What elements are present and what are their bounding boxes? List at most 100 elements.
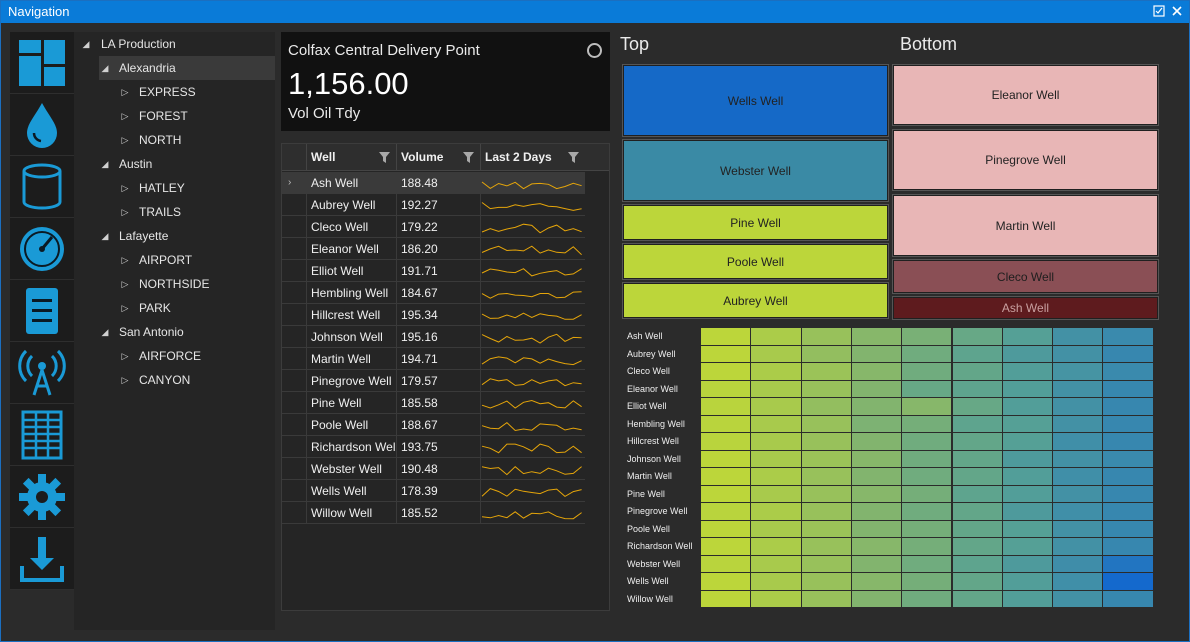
treemap-item[interactable]: Eleanor Well bbox=[892, 64, 1159, 126]
heatmap-cell[interactable] bbox=[1002, 538, 1054, 556]
heatmap-cell[interactable] bbox=[851, 345, 903, 363]
table-row[interactable]: Johnson Well 195.16 bbox=[282, 326, 585, 348]
heatmap-cell[interactable] bbox=[1002, 433, 1054, 451]
heatmap-cell[interactable] bbox=[952, 415, 1003, 433]
heatmap-cell[interactable] bbox=[1002, 503, 1054, 521]
heatmap-cell[interactable] bbox=[851, 468, 903, 486]
expanded-arrow-icon[interactable]: ◢ bbox=[99, 56, 111, 80]
heatmap-cell[interactable] bbox=[1053, 380, 1104, 398]
heatmap-cell[interactable] bbox=[952, 573, 1003, 591]
heatmap-cell[interactable] bbox=[701, 590, 752, 608]
heatmap-cell[interactable] bbox=[851, 590, 903, 608]
heatmap-cell[interactable] bbox=[801, 538, 852, 556]
tree-node[interactable]: ▷ NORTH bbox=[119, 128, 275, 152]
heatmap-cell[interactable] bbox=[1053, 328, 1104, 346]
heatmap-cell[interactable] bbox=[1053, 538, 1104, 556]
heatmap-cell[interactable] bbox=[751, 363, 802, 381]
heatmap-cell[interactable] bbox=[801, 450, 852, 468]
heatmap-cell[interactable] bbox=[952, 485, 1003, 503]
rail-signal[interactable] bbox=[10, 342, 74, 404]
heatmap-cell[interactable] bbox=[851, 450, 903, 468]
heatmap-cell[interactable] bbox=[952, 538, 1003, 556]
heatmap-cell[interactable] bbox=[952, 328, 1003, 346]
heatmap-cell[interactable] bbox=[701, 520, 752, 538]
heatmap-cell[interactable] bbox=[952, 450, 1003, 468]
heatmap-cell[interactable] bbox=[902, 520, 953, 538]
heatmap-cell[interactable] bbox=[701, 573, 752, 591]
heatmap-cell[interactable] bbox=[751, 433, 802, 451]
heatmap-cell[interactable] bbox=[952, 520, 1003, 538]
table-row[interactable]: Willow Well 185.52 bbox=[282, 502, 585, 524]
table-row[interactable]: Elliot Well 191.71 bbox=[282, 260, 585, 282]
heatmap-cell[interactable] bbox=[1103, 485, 1154, 503]
heatmap-cell[interactable] bbox=[1053, 433, 1104, 451]
tree-node[interactable]: ▷ PARK bbox=[119, 296, 275, 320]
heatmap-cell[interactable] bbox=[751, 328, 802, 346]
heatmap-cell[interactable] bbox=[1053, 590, 1104, 608]
heatmap-cell[interactable] bbox=[1002, 555, 1054, 573]
table-row[interactable]: Poole Well 188.67 bbox=[282, 414, 585, 436]
heatmap-cell[interactable] bbox=[1002, 398, 1054, 416]
heatmap-cell[interactable] bbox=[1103, 398, 1154, 416]
column-header-well[interactable]: Well bbox=[306, 144, 396, 171]
tree-node[interactable]: ◢ San Antonio bbox=[99, 320, 275, 344]
heatmap-cell[interactable] bbox=[902, 590, 953, 608]
tree-root[interactable]: ◢ LA Production bbox=[74, 32, 275, 56]
tree-node[interactable]: ▷ AIRPORT bbox=[119, 248, 275, 272]
heatmap-cell[interactable] bbox=[801, 363, 852, 381]
tree-node[interactable]: ▷ AIRFORCE bbox=[119, 344, 275, 368]
heatmap-cell[interactable] bbox=[801, 573, 852, 591]
heatmap-cell[interactable] bbox=[851, 415, 903, 433]
heatmap-cell[interactable] bbox=[851, 363, 903, 381]
heatmap-cell[interactable] bbox=[751, 468, 802, 486]
heatmap-cell[interactable] bbox=[902, 538, 953, 556]
heatmap-cell[interactable] bbox=[851, 520, 903, 538]
heatmap-cell[interactable] bbox=[1002, 450, 1054, 468]
heatmap-cell[interactable] bbox=[952, 380, 1003, 398]
heatmap-cell[interactable] bbox=[1002, 380, 1054, 398]
heatmap-cell[interactable] bbox=[851, 573, 903, 591]
rail-table[interactable] bbox=[10, 404, 74, 466]
heatmap-cell[interactable] bbox=[701, 345, 752, 363]
rail-dashboard[interactable] bbox=[10, 32, 74, 94]
table-row[interactable]: Hembling Well 184.67 bbox=[282, 282, 585, 304]
rail-download[interactable] bbox=[10, 528, 74, 590]
column-header-last-2-days[interactable]: Last 2 Days bbox=[480, 144, 585, 171]
heatmap-cell[interactable] bbox=[701, 555, 752, 573]
treemap-item[interactable]: Pinegrove Well bbox=[892, 129, 1159, 191]
tree-node[interactable]: ▷ HATLEY bbox=[119, 176, 275, 200]
collapsed-arrow-icon[interactable]: ▷ bbox=[119, 104, 131, 128]
heatmap-cell[interactable] bbox=[1053, 363, 1104, 381]
heatmap-cell[interactable] bbox=[1103, 538, 1154, 556]
collapsed-arrow-icon[interactable]: ▷ bbox=[119, 128, 131, 152]
heatmap-cell[interactable] bbox=[952, 345, 1003, 363]
heatmap-cell[interactable] bbox=[902, 328, 953, 346]
heatmap-cell[interactable] bbox=[751, 450, 802, 468]
tree-node[interactable]: ◢ Lafayette bbox=[99, 224, 275, 248]
heatmap-cell[interactable] bbox=[801, 503, 852, 521]
heatmap-cell[interactable] bbox=[751, 555, 802, 573]
heatmap-cell[interactable] bbox=[1053, 398, 1104, 416]
heatmap-cell[interactable] bbox=[902, 485, 953, 503]
heatmap-cell[interactable] bbox=[1002, 363, 1054, 381]
table-row[interactable]: Cleco Well 179.22 bbox=[282, 216, 585, 238]
heatmap-cell[interactable] bbox=[1053, 415, 1104, 433]
heatmap-cell[interactable] bbox=[1002, 328, 1054, 346]
heatmap-cell[interactable] bbox=[701, 468, 752, 486]
table-row[interactable]: Pine Well 185.58 bbox=[282, 392, 585, 414]
heatmap-cell[interactable] bbox=[1002, 468, 1054, 486]
table-row[interactable]: Richardson Well 193.75 bbox=[282, 436, 585, 458]
collapsed-arrow-icon[interactable]: ▷ bbox=[119, 272, 131, 296]
heatmap-cell[interactable] bbox=[701, 415, 752, 433]
heatmap-cell[interactable] bbox=[801, 590, 852, 608]
heatmap-cell[interactable] bbox=[801, 345, 852, 363]
heatmap-cell[interactable] bbox=[1103, 450, 1154, 468]
heatmap-cell[interactable] bbox=[701, 450, 752, 468]
table-row[interactable]: › Ash Well 188.48 bbox=[282, 172, 585, 194]
heatmap-cell[interactable] bbox=[701, 538, 752, 556]
table-row[interactable]: Wells Well 178.39 bbox=[282, 480, 585, 502]
heatmap-cell[interactable] bbox=[701, 433, 752, 451]
close-icon[interactable] bbox=[1171, 5, 1183, 17]
treemap-item[interactable]: Martin Well bbox=[892, 194, 1159, 257]
filter-icon[interactable] bbox=[568, 152, 579, 163]
